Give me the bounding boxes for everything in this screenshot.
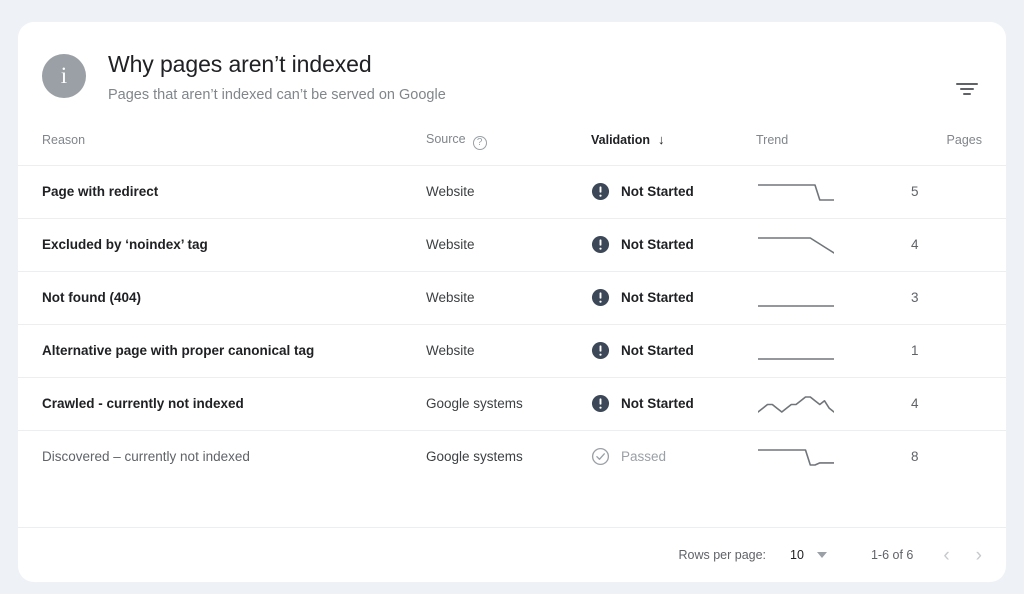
filter-icon-bar-1	[956, 83, 978, 85]
cell-source: Website	[426, 237, 475, 252]
cell-pages: 8	[911, 449, 919, 465]
column-header-trend-label: Trend	[756, 132, 789, 147]
column-header-reason[interactable]: Reason	[18, 131, 426, 165]
validation-label: Not Started	[621, 343, 694, 358]
cell-validation: Not Started	[591, 324, 756, 377]
table-footer: Rows per page: 10 1-6 of 6 ‹ ›	[18, 527, 1006, 582]
filter-icon-bar-3	[963, 93, 971, 95]
table-row[interactable]: Alternative page with proper canonical t…	[18, 324, 1006, 377]
table-head: Reason Source? Validation ↓ Trend Pages	[18, 131, 1006, 165]
rows-per-page-label: Rows per page:	[678, 548, 767, 562]
info-icon: i	[42, 54, 86, 98]
table-row[interactable]: Discovered – currently not indexed Google…	[18, 430, 1006, 483]
page-subtitle: Pages that aren’t indexed can’t be serve…	[108, 87, 446, 103]
not-started-icon	[591, 288, 610, 307]
cell-trend	[756, 430, 911, 483]
not-started-icon	[591, 341, 610, 360]
table-body: Page with redirect Website Not Started 5 Exc…	[18, 165, 1006, 483]
help-icon[interactable]: ?	[472, 135, 487, 150]
validation-label: Not Started	[621, 290, 694, 305]
cell-validation: Not Started	[591, 218, 756, 271]
validation-label: Not Started	[621, 396, 694, 411]
cell-source: Website	[426, 290, 475, 305]
validation-status: Not Started	[591, 341, 756, 360]
column-header-source-label: Source	[426, 131, 466, 146]
cell-pages: 3	[911, 290, 919, 305]
column-header-pages[interactable]: Pages	[911, 131, 1006, 165]
cell-validation: Not Started	[591, 377, 756, 430]
cell-trend	[756, 165, 911, 218]
column-header-pages-label: Pages	[946, 132, 982, 147]
column-header-source[interactable]: Source?	[426, 131, 591, 165]
table-row[interactable]: Not found (404) Website Not Started 3	[18, 271, 1006, 324]
cell-source: Google systems	[426, 449, 523, 465]
validation-status: Not Started	[591, 394, 756, 413]
screen: i Why pages aren’t indexed Pages that ar…	[0, 0, 1024, 594]
index-reasons-table: Reason Source? Validation ↓ Trend Pages	[18, 131, 1006, 483]
validation-label: Not Started	[621, 237, 694, 252]
cell-source: Google systems	[426, 396, 523, 411]
pagination-range: 1-6 of 6	[870, 548, 914, 562]
column-header-validation[interactable]: Validation ↓	[591, 131, 756, 165]
next-page-button[interactable]: ›	[976, 546, 982, 565]
cell-reason: Alternative page with proper canonical t…	[42, 343, 315, 358]
page-title: Why pages aren’t indexed	[108, 51, 372, 77]
table-row[interactable]: Page with redirect Website Not Started 5	[18, 165, 1006, 218]
cell-reason: Excluded by ‘noindex’ tag	[42, 237, 208, 252]
passed-icon	[591, 448, 610, 466]
validation-status: Not Started	[591, 235, 756, 254]
filter-icon[interactable]	[950, 72, 984, 106]
trend-sparkline	[758, 395, 834, 413]
column-header-validation-label: Validation	[591, 133, 651, 148]
cell-reason: Not found (404)	[42, 290, 141, 305]
cell-reason: Discovered – currently not indexed	[42, 449, 250, 465]
cell-validation: Not Started	[591, 271, 756, 324]
cell-trend	[756, 324, 911, 377]
sort-descending-icon[interactable]: ↓	[658, 132, 665, 147]
column-header-trend[interactable]: Trend	[756, 131, 911, 165]
cell-pages: 1	[911, 343, 919, 358]
cell-trend	[756, 377, 911, 430]
validation-status: Not Started	[591, 288, 756, 307]
not-started-icon	[591, 182, 610, 201]
trend-sparkline	[758, 448, 834, 466]
header-text-group: Why pages aren’t indexed Pages that aren…	[108, 48, 446, 105]
table-header-row: Reason Source? Validation ↓ Trend Pages	[18, 131, 1006, 165]
trend-sparkline	[758, 236, 834, 254]
why-pages-arent-indexed-card: i Why pages aren’t indexed Pages that ar…	[18, 22, 1006, 582]
cell-reason: Page with redirect	[42, 184, 159, 199]
previous-page-button[interactable]: ‹	[943, 546, 949, 565]
cell-pages: 4	[911, 396, 919, 411]
cell-validation: Not Started	[591, 165, 756, 218]
card-header: i Why pages aren’t indexed Pages that ar…	[18, 22, 1006, 105]
column-header-reason-label: Reason	[42, 132, 86, 147]
cell-trend	[756, 218, 911, 271]
cell-validation: Passed	[591, 430, 756, 483]
rows-per-page-value[interactable]: 10	[790, 548, 804, 562]
not-started-icon	[591, 235, 610, 254]
validation-status: Passed	[591, 447, 756, 466]
validation-status: Not Started	[591, 182, 756, 201]
cell-source: Website	[426, 184, 475, 199]
validation-label: Not Started	[621, 184, 694, 199]
info-icon-glyph: i	[60, 62, 68, 88]
trend-sparkline	[758, 304, 834, 307]
cell-pages: 5	[911, 184, 919, 199]
validation-label: Passed	[621, 449, 667, 465]
table-row[interactable]: Excluded by ‘noindex’ tag Website Not Star…	[18, 218, 1006, 271]
filter-icon-bar-2	[960, 88, 974, 90]
cell-source: Website	[426, 343, 475, 358]
chevron-down-icon[interactable]	[816, 552, 827, 558]
cell-reason: Crawled - currently not indexed	[42, 396, 244, 411]
table-row[interactable]: Crawled - currently not indexed Google sy…	[18, 377, 1006, 430]
trend-sparkline	[758, 183, 834, 201]
cell-pages: 4	[911, 237, 919, 252]
cell-trend	[756, 271, 911, 324]
not-started-icon	[591, 394, 610, 413]
trend-sparkline	[758, 357, 834, 360]
